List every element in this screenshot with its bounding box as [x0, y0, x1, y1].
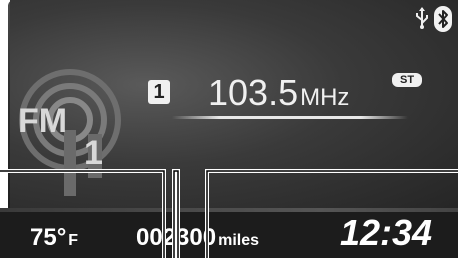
- status-icons: [414, 6, 452, 32]
- preset-badge: 1: [148, 80, 170, 104]
- band-number: 1: [84, 134, 103, 172]
- odometer: 002300 miles: [136, 224, 259, 252]
- audio-display: FM 1 1 103.5MHz ST 75° F 002300 miles 12:3…: [0, 0, 458, 258]
- usb-icon: [414, 6, 430, 30]
- fm-band-indicator: FM 1: [18, 60, 128, 200]
- temperature-value: 75°: [30, 224, 67, 251]
- frequency-value: 103.5: [208, 72, 299, 113]
- clock: 12:34: [340, 212, 433, 253]
- bluetooth-icon: [434, 6, 452, 32]
- frequency-unit: MHz: [300, 84, 350, 111]
- frequency-readout: 103.5MHz: [208, 72, 349, 114]
- outside-temperature: 75° F: [30, 224, 78, 252]
- frequency-underline: [172, 116, 408, 119]
- odometer-unit: miles: [218, 232, 260, 249]
- odometer-value: 002300: [136, 224, 217, 251]
- band-label: FM: [18, 102, 67, 140]
- temperature-unit: F: [68, 232, 79, 249]
- stereo-badge: ST: [392, 73, 423, 87]
